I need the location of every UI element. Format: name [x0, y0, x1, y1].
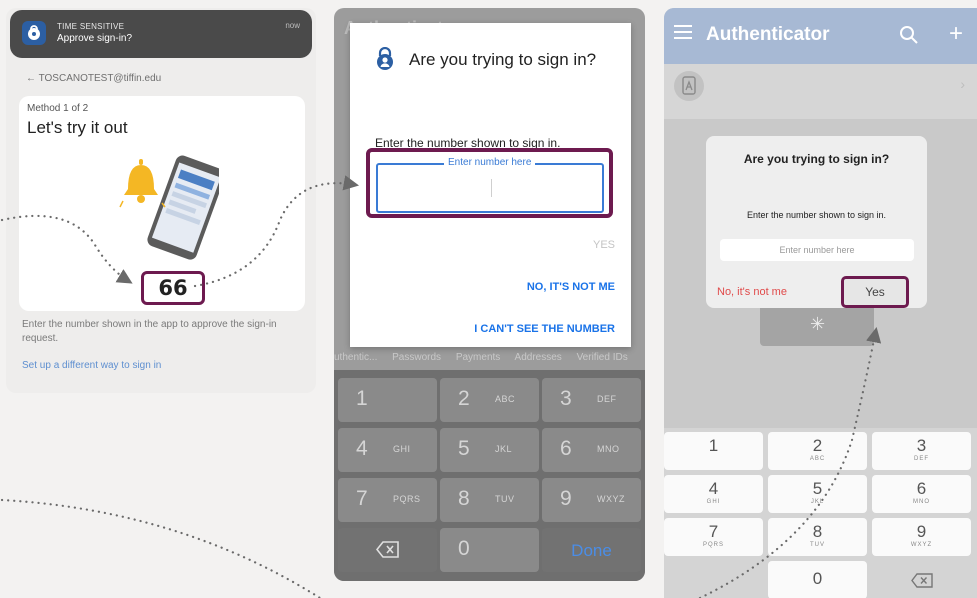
- key-4[interactable]: 4 GHI: [664, 475, 763, 513]
- authenticator-lock-icon: [377, 47, 393, 70]
- key-9[interactable]: 9 WXYZ: [872, 518, 971, 556]
- chevron-right-icon: ›: [960, 76, 965, 92]
- key-7[interactable]: 7 PQRS: [338, 478, 437, 522]
- app-header: Authenticator +: [664, 8, 977, 64]
- tab-verified-ids[interactable]: Verified IDs: [577, 352, 628, 363]
- key-5[interactable]: 5 JKL: [768, 475, 867, 513]
- cant-see-number-button[interactable]: I CAN'T SEE THE NUMBER: [474, 323, 615, 335]
- key-0[interactable]: 0: [440, 528, 539, 572]
- account-back-link[interactable]: ← TOSCANOTEST@tiffin.edu: [26, 73, 161, 84]
- ios-authenticator-panel: Authenticator + › Are you trying to sign…: [664, 8, 977, 598]
- sign-in-dialog: Are you trying to sign in? Enter the num…: [350, 23, 631, 347]
- method-card: Method 1 of 2 Let's try it out 66: [19, 96, 305, 311]
- tab-payments[interactable]: Payments: [456, 352, 500, 363]
- key-6[interactable]: 6 MNO: [872, 475, 971, 513]
- different-method-link[interactable]: Set up a different way to sign in: [22, 360, 161, 371]
- not-me-button[interactable]: NO, IT'S NOT ME: [527, 281, 615, 293]
- key-2[interactable]: 2 ABC: [440, 378, 539, 422]
- instruction-text: Enter the number shown in the app to app…: [22, 319, 277, 344]
- account-row[interactable]: ›: [664, 64, 977, 119]
- method-step: Method 1 of 2: [27, 103, 89, 114]
- numeric-keypad: 1 2 ABC 3 DEF 4 GHI 5 JKL 6 MNO 7 PQRS 8 TUV 9W…: [334, 370, 645, 581]
- key-3[interactable]: 3 DEF: [542, 378, 641, 422]
- text-caret: [491, 179, 492, 197]
- tab-addresses[interactable]: Addresses: [515, 352, 562, 363]
- key-1[interactable]: 1: [338, 378, 437, 422]
- key-9[interactable]: 9 WXYZ: [542, 478, 641, 522]
- autofill-suggestion-bar: uthentic... Passwords Payments Addresses…: [334, 352, 645, 363]
- notification-label: TIME SENSITIVE: [57, 22, 125, 31]
- key-0[interactable]: 0: [768, 561, 867, 598]
- number-input[interactable]: Enter number here: [376, 157, 604, 213]
- notification-message: Approve sign-in?: [57, 33, 133, 44]
- number-input[interactable]: Enter number here: [720, 239, 914, 261]
- arrow-bottom-left: [0, 498, 322, 598]
- android-autofill-panel: Authenticator Are you trying to sign in?…: [334, 8, 645, 581]
- account-badge-icon: [674, 71, 704, 101]
- backspace-key[interactable]: [338, 528, 437, 572]
- alert-prompt: Enter the number shown to sign in.: [746, 210, 887, 220]
- key-1[interactable]: 1: [664, 432, 763, 470]
- key-4[interactable]: 4 GHI: [338, 428, 437, 472]
- number-input-placeholder: Enter number here: [444, 157, 536, 168]
- done-key[interactable]: Done: [542, 528, 641, 572]
- hamburger-menu-icon[interactable]: [674, 25, 692, 39]
- backspace-icon: [911, 573, 933, 588]
- numeric-keypad: 1 2 ABC 3 DEF 4 GHI 5 JKL 6 MNO 7 PQRS 8 TUV 9W…: [664, 428, 977, 598]
- key-8[interactable]: 8 TUV: [768, 518, 867, 556]
- key-2[interactable]: 2 ABC: [768, 432, 867, 470]
- key-8[interactable]: 8 TUV: [440, 478, 539, 522]
- key-3[interactable]: 3 DEF: [872, 432, 971, 470]
- notification-time: now: [285, 21, 300, 30]
- alert-title: Are you trying to sign in?: [743, 152, 890, 166]
- key-6[interactable]: 6 MNO: [542, 428, 641, 472]
- key-7[interactable]: 7 PQRS: [664, 518, 763, 556]
- push-notification[interactable]: TIME SENSITIVE Approve sign-in? now: [10, 10, 312, 58]
- mfa-setup-panel: TIME SENSITIVE Approve sign-in? now ← TO…: [6, 8, 316, 393]
- search-icon[interactable]: [899, 25, 919, 45]
- authenticator-lock-icon: [22, 21, 46, 45]
- yes-button[interactable]: YES: [593, 239, 615, 251]
- phone-notification-illustration: [119, 155, 219, 260]
- app-title: Authenticator: [706, 24, 830, 45]
- not-me-button[interactable]: No, it's not me: [717, 286, 787, 298]
- tab-authenticator[interactable]: uthentic...: [334, 352, 377, 363]
- tab-passwords[interactable]: Passwords: [392, 352, 441, 363]
- backspace-key[interactable]: [872, 561, 971, 598]
- backspace-icon: [376, 541, 399, 558]
- dialog-title: Are you trying to sign in?: [409, 50, 597, 69]
- sign-in-alert: Are you trying to sign in? Enter the num…: [706, 136, 927, 308]
- key-5[interactable]: 5 JKL: [440, 428, 539, 472]
- spinner-icon: ✳: [810, 314, 826, 334]
- sign-in-number: 66: [141, 271, 205, 305]
- add-account-button[interactable]: +: [949, 20, 963, 48]
- yes-button[interactable]: Yes: [841, 276, 909, 308]
- loading-spinner: ✳: [760, 308, 874, 346]
- page-title: Let's try it out: [27, 118, 128, 137]
